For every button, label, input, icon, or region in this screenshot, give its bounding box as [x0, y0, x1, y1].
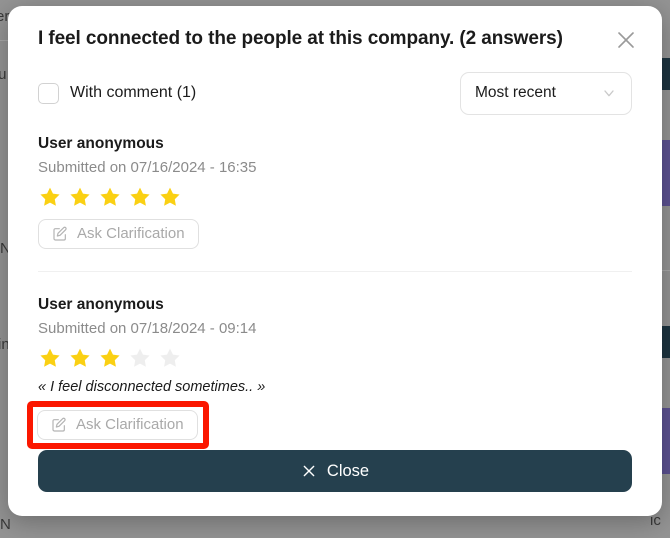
- chevron-down-icon: [601, 85, 617, 101]
- answers-list: User anonymous Submitted on 07/16/2024 -…: [27, 135, 632, 453]
- background-text-fragment: N: [0, 516, 11, 533]
- star-filled-icon: [130, 187, 150, 206]
- close-button[interactable]: Close: [38, 450, 632, 492]
- star-filled-icon: [40, 187, 60, 206]
- star-filled-icon: [100, 348, 120, 367]
- star-filled-icon: [40, 348, 60, 367]
- close-button-label: Close: [326, 461, 370, 480]
- rating-stars: [38, 185, 632, 209]
- answer-user: User anonymous: [38, 295, 164, 313]
- ask-clarification-button[interactable]: Ask Clarification: [37, 409, 198, 440]
- answer-user: User anonymous: [38, 134, 164, 152]
- close-icon[interactable]: [614, 28, 638, 52]
- answer-item: User anonymous Submitted on 07/16/2024 -…: [38, 135, 632, 253]
- modal-title: I feel connected to the people at this c…: [38, 28, 563, 49]
- rating-stars: [38, 346, 632, 370]
- sort-select-value: Most recent: [475, 84, 556, 102]
- background-text-fragment: fu: [0, 66, 7, 83]
- star-filled-icon: [100, 187, 120, 206]
- ask-clarification-button[interactable]: Ask Clarification: [38, 218, 199, 249]
- star-empty-icon: [130, 348, 150, 367]
- with-comment-label: With comment (1): [70, 84, 197, 102]
- answer-date: Submitted on 07/18/2024 - 09:14: [38, 319, 257, 337]
- ask-clarification-label: Ask Clarification: [76, 416, 184, 434]
- star-filled-icon: [70, 187, 90, 206]
- edit-square-icon: [52, 226, 68, 242]
- edit-square-icon: [51, 417, 67, 433]
- star-filled-icon: [70, 348, 90, 367]
- with-comment-checkbox[interactable]: With comment (1): [38, 82, 197, 104]
- star-filled-icon: [160, 187, 180, 206]
- highlight-annotation: Ask Clarification: [27, 400, 209, 449]
- filter-row: With comment (1) Most recent: [38, 71, 632, 115]
- answer-item: User anonymous Submitted on 07/18/2024 -…: [27, 270, 632, 453]
- star-empty-icon: [160, 348, 180, 367]
- checkbox-box[interactable]: [38, 82, 59, 104]
- close-icon: [301, 463, 317, 479]
- sort-select[interactable]: Most recent: [460, 71, 632, 115]
- answer-date: Submitted on 07/16/2024 - 16:35: [38, 158, 257, 176]
- answer-comment: « I feel disconnected sometimes.. »: [38, 378, 266, 395]
- ask-clarification-label: Ask Clarification: [77, 225, 185, 243]
- answers-modal: I feel connected to the people at this c…: [8, 6, 662, 516]
